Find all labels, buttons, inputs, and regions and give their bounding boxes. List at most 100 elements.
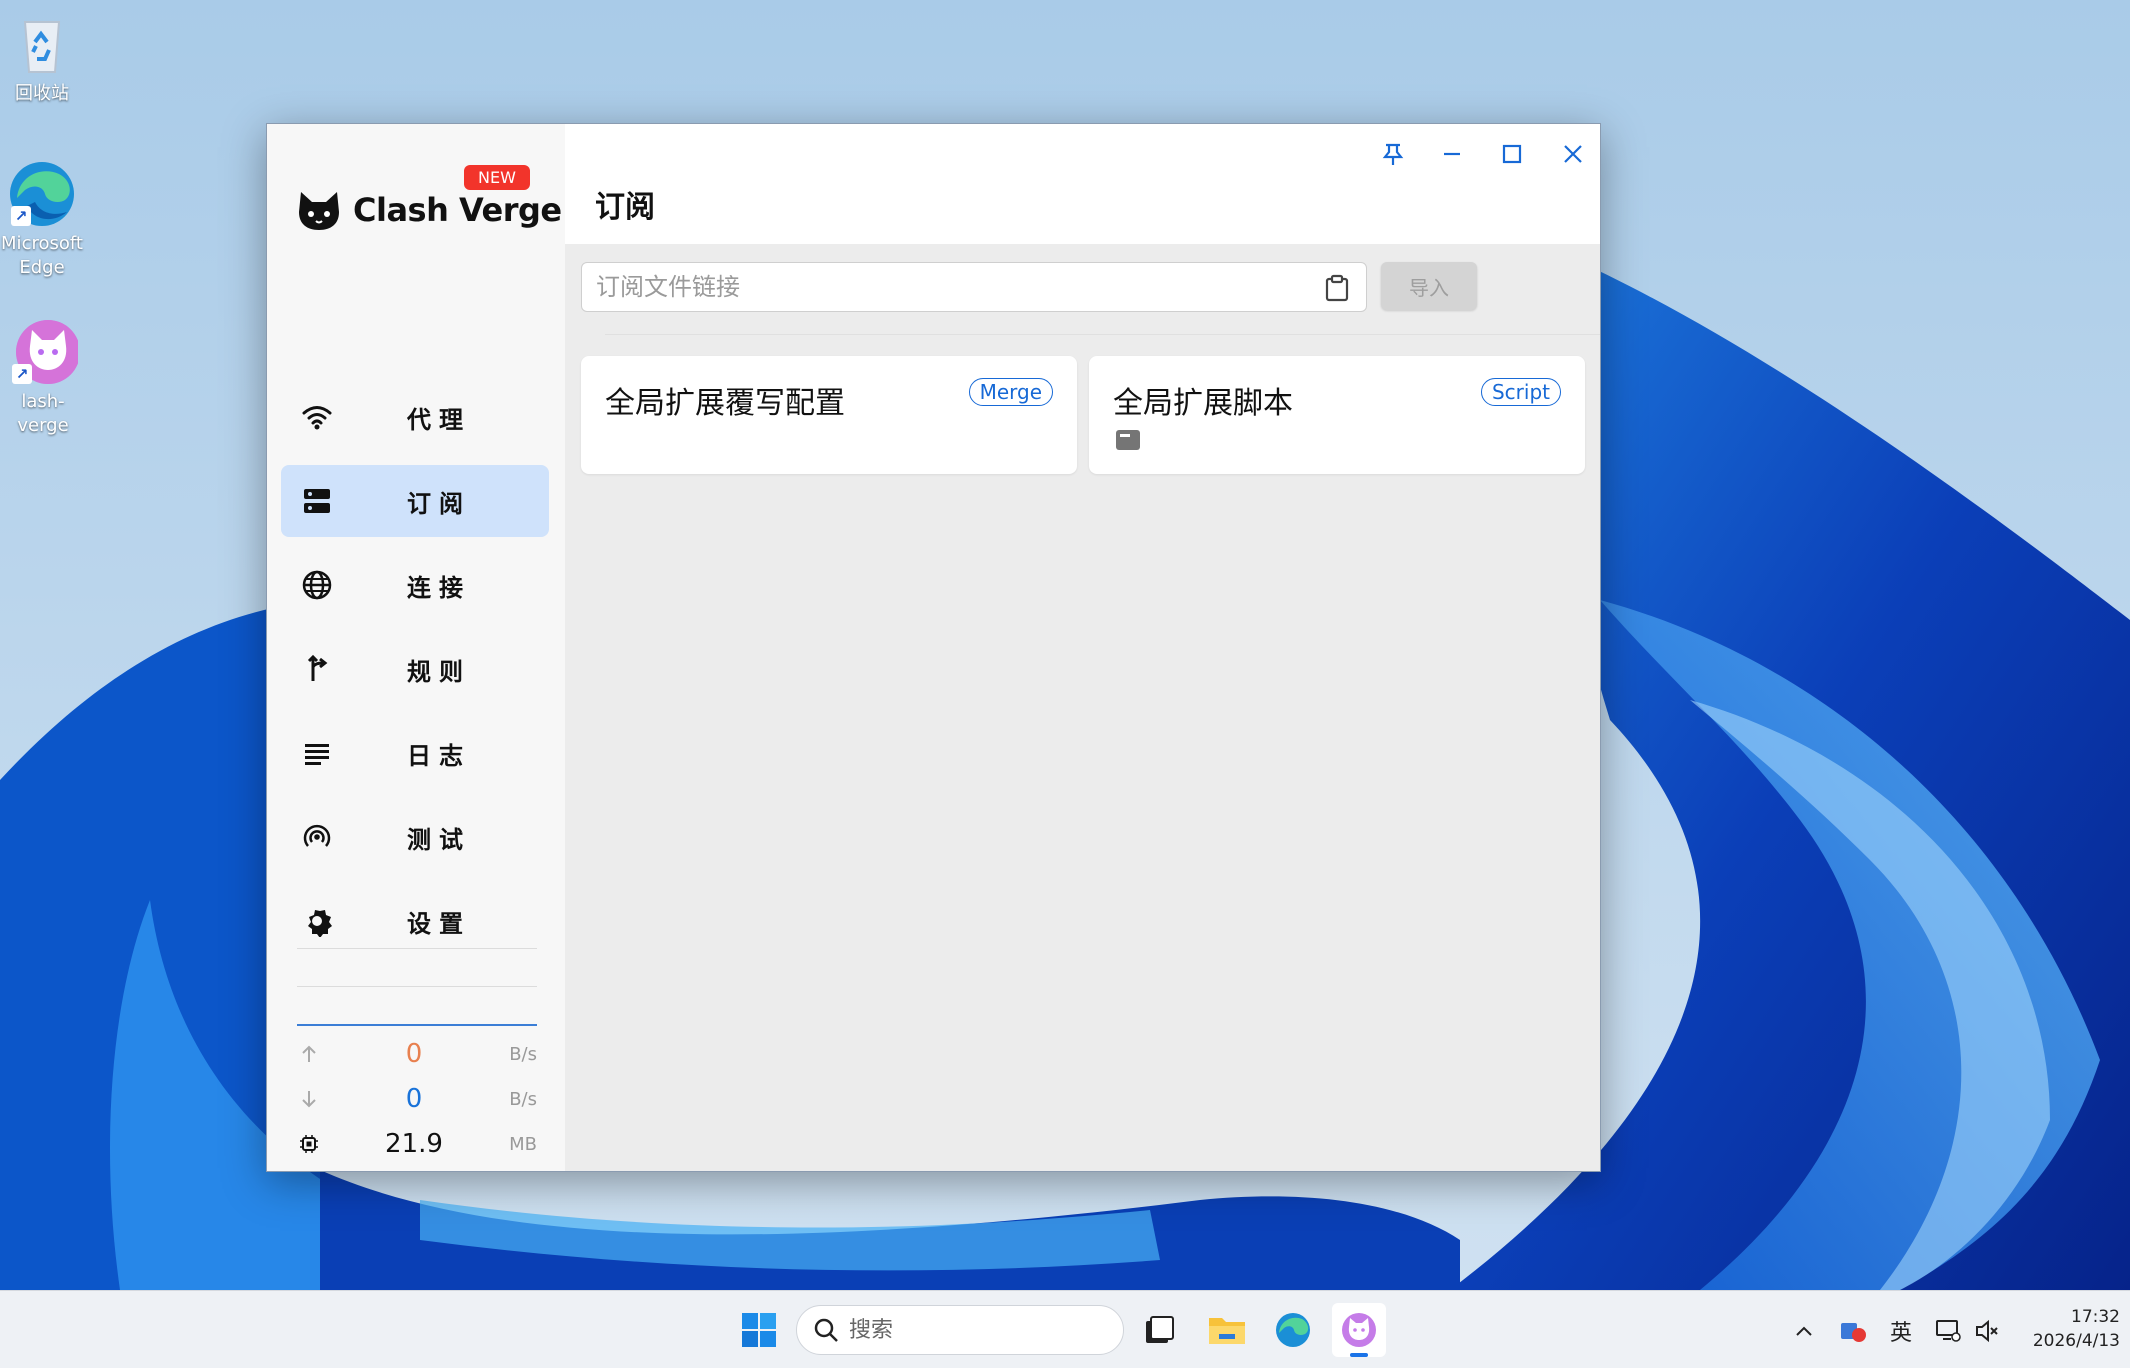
globe-icon — [302, 570, 332, 600]
sidebar-item-label: 连接 — [407, 573, 471, 602]
page-header: 订阅 — [565, 124, 1600, 244]
logo-text: Clash Verge — [353, 191, 562, 229]
lines-icon — [305, 744, 329, 765]
page-title: 订阅 — [595, 190, 655, 225]
minimize-icon — [1444, 152, 1460, 156]
close-button[interactable] — [1553, 134, 1593, 174]
pin-button[interactable] — [1373, 134, 1413, 174]
sidebar-divider — [297, 948, 537, 949]
start-button[interactable] — [732, 1303, 786, 1357]
maximize-button[interactable] — [1492, 134, 1532, 174]
upload-speed: 0 B/s — [297, 1038, 537, 1070]
taskbar-clock[interactable]: 17:32 2026/4/13 — [2010, 1305, 2120, 1353]
memory-value: 21.9 — [385, 1129, 443, 1159]
profile-card-title: 全局扩展脚本 — [1113, 386, 1293, 421]
clash-verge-window: Clash Verge NEW 代理 订阅 连接 规则 日志 测试 设置 0 B… — [266, 123, 1601, 1172]
search-icon — [814, 1318, 838, 1342]
server-icon — [304, 489, 330, 513]
sidebar-item-test[interactable]: 测试 — [281, 801, 549, 873]
arrow-down-icon — [302, 1091, 316, 1108]
sidebar-item-label: 测试 — [407, 825, 471, 854]
profile-card-title: 全局扩展覆写配置 — [605, 386, 845, 421]
running-indicator — [1350, 1353, 1368, 1357]
windows-logo-icon — [742, 1313, 776, 1347]
sidebar-item-label: 日志 — [407, 741, 471, 770]
task-view-icon — [1146, 1316, 1174, 1343]
recycle-bin-icon — [7, 8, 77, 78]
sidebar-item-label: 代理 — [407, 405, 471, 434]
memory-usage: 21.9 MB — [297, 1128, 537, 1160]
clipboard-paste-icon[interactable] — [1324, 274, 1350, 302]
traffic-graph-line — [297, 1024, 537, 1026]
wifi-icon — [302, 406, 332, 430]
taskbar-task-view[interactable] — [1132, 1303, 1186, 1357]
clash-verge-desktop-icon: ↗ — [8, 316, 80, 386]
pin-icon — [1382, 143, 1404, 165]
shield-tray-icon — [1841, 1323, 1866, 1342]
shortcut-arrow-icon: ↗ — [12, 364, 32, 384]
upload-unit: B/s — [509, 1043, 537, 1065]
content-divider — [605, 334, 1600, 335]
sidebar-item-logs[interactable]: 日志 — [281, 717, 549, 789]
sidebar-item-settings[interactable]: 设置 — [281, 885, 549, 957]
download-speed: 0 B/s — [297, 1083, 537, 1115]
import-button[interactable]: 导入 — [1381, 262, 1477, 310]
speaker-muted-icon — [1976, 1319, 1998, 1343]
download-value: 0 — [405, 1084, 423, 1114]
file-icon — [1116, 430, 1140, 450]
network-icon — [1936, 1320, 1961, 1342]
tray-ime-button[interactable]: 英 — [1886, 1311, 1916, 1351]
sidebar-item-connections[interactable]: 连接 — [281, 549, 549, 621]
profile-type-tag: Script — [1480, 378, 1561, 406]
taskbar-search-input[interactable] — [849, 1317, 1099, 1343]
maximize-icon — [1502, 144, 1522, 164]
profile-card-merge[interactable]: 全局扩展覆写配置 Merge — [581, 356, 1077, 474]
shortcut-arrow-icon: ↗ — [11, 206, 31, 226]
desktop-icon-edge[interactable]: ↗ Microsoft Edge — [0, 158, 87, 280]
gear-icon — [308, 907, 332, 937]
sidebar-item-subscriptions[interactable]: 订阅 — [281, 465, 549, 537]
clash-verge-icon — [1342, 1313, 1376, 1347]
taskbar: 英 17:32 2026/4/13 — [0, 1290, 2130, 1368]
main-content: 订阅 订阅文件链接 导入 全局扩展覆写配置 Merge 全局扩展脚本 Scrip… — [565, 124, 1600, 1171]
edge-icon — [1276, 1313, 1310, 1347]
tray-network-button[interactable] — [1930, 1311, 1966, 1351]
profile-card-script[interactable]: 全局扩展脚本 Script — [1089, 356, 1585, 474]
clock-date: 2026/4/13 — [2032, 1331, 2120, 1351]
taskbar-clash-verge[interactable] — [1332, 1303, 1386, 1357]
subscription-url-input[interactable] — [582, 263, 1302, 311]
desktop-icon-recycle-bin[interactable]: 回收站 — [0, 8, 87, 106]
memory-unit: MB — [509, 1133, 537, 1155]
cat-logo-icon — [299, 192, 339, 230]
tray-volume-button[interactable] — [1970, 1311, 2004, 1351]
memory-chip-icon — [300, 1135, 318, 1153]
tray-security-button[interactable] — [1836, 1311, 1870, 1351]
sidebar-item-label: 规则 — [407, 657, 471, 686]
taskbar-file-explorer[interactable] — [1200, 1303, 1254, 1357]
upload-value: 0 — [405, 1039, 423, 1069]
close-icon — [1564, 145, 1582, 163]
subscription-url-field — [581, 262, 1367, 312]
sidebar-item-rules[interactable]: 规则 — [281, 633, 549, 705]
sidebar: Clash Verge NEW 代理 订阅 连接 规则 日志 测试 设置 0 B… — [267, 124, 565, 1171]
sidebar-item-label: 订阅 — [407, 489, 471, 518]
desktop-icon-clash-verge[interactable]: ↗ lash-verge — [0, 316, 88, 438]
taskbar-search[interactable] — [796, 1305, 1124, 1355]
arrow-up-icon — [302, 1045, 316, 1062]
edge-icon: ↗ — [7, 158, 77, 228]
profile-type-tag: Merge — [968, 378, 1053, 406]
radar-icon — [303, 824, 331, 847]
taskbar-edge[interactable] — [1266, 1303, 1320, 1357]
app-logo: Clash Verge — [295, 182, 562, 238]
sidebar-item-label: 设置 — [407, 909, 471, 938]
sidebar-divider — [297, 986, 537, 987]
new-badge: NEW — [464, 165, 530, 190]
sidebar-nav: 代理 订阅 连接 规则 日志 测试 设置 — [281, 381, 549, 969]
minimize-button[interactable] — [1432, 134, 1472, 174]
tray-overflow-button[interactable] — [1790, 1311, 1818, 1351]
download-unit: B/s — [509, 1088, 537, 1110]
clock-time: 17:32 — [2071, 1307, 2120, 1327]
sidebar-item-proxy[interactable]: 代理 — [281, 381, 549, 453]
fork-icon — [307, 654, 328, 681]
folder-icon — [1209, 1318, 1245, 1344]
